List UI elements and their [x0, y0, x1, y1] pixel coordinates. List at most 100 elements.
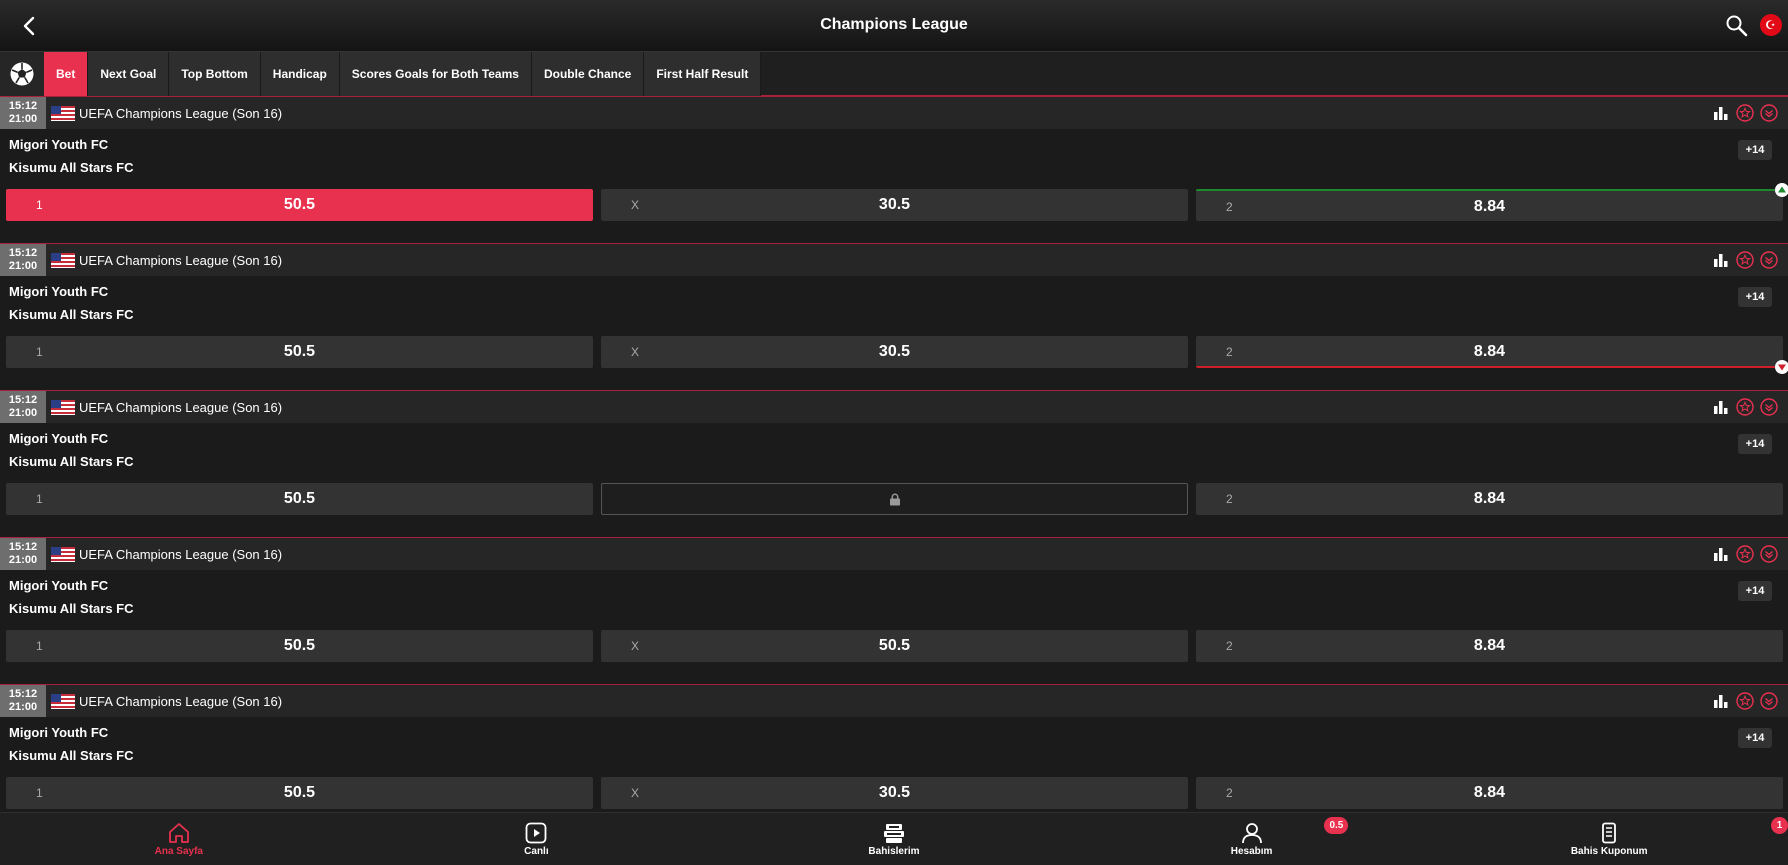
tab-bet[interactable]: Bet [44, 52, 89, 96]
nav-my-bets[interactable]: Bahislerim [715, 813, 1073, 865]
tab-top-bottom[interactable]: Top Bottom [169, 52, 261, 96]
odd-home[interactable]: 1 50.5 [6, 777, 593, 809]
tab-first-half-result[interactable]: First Half Result [644, 52, 762, 96]
favorite-button[interactable] [1736, 398, 1754, 416]
league-name: UEFA Champions League (Son 16) [79, 400, 283, 415]
odd-home[interactable]: 1 50.5 [6, 630, 593, 662]
bottom-nav: Ana Sayfa Canlı Bahislerim Hesabım 0.5 B… [0, 812, 1788, 865]
home-icon [168, 822, 189, 843]
odd-away[interactable]: 2 8.84 [1196, 183, 1788, 221]
more-markets-button[interactable]: +14 [1738, 581, 1772, 601]
event-hour: 21:00 [8, 407, 38, 419]
tab-next-goal[interactable]: Next Goal [88, 52, 170, 96]
country-flag-icon [51, 400, 75, 415]
country-flag-icon [51, 253, 75, 268]
favorite-button[interactable] [1736, 545, 1754, 563]
away-team: Kisumu All Stars FC [9, 454, 134, 469]
search-button[interactable] [1724, 13, 1750, 39]
stats-button[interactable] [1712, 692, 1730, 710]
away-team: Kisumu All Stars FC [9, 748, 134, 763]
home-team: Migori Youth FC [9, 431, 109, 446]
odds-row: 1 50.5 2 8.84 [6, 483, 1783, 515]
league-name: UEFA Champions League (Son 16) [79, 253, 283, 268]
stats-button[interactable] [1712, 251, 1730, 269]
odd-draw[interactable]: X 30.5 [601, 189, 1188, 221]
odd-value: 30.5 [878, 784, 911, 801]
chevron-down-circle-icon [1760, 251, 1778, 269]
odd-away[interactable]: 2 8.84 [1196, 630, 1783, 662]
event-date: 15:12 [8, 247, 38, 259]
league-name: UEFA Champions League (Son 16) [79, 106, 283, 121]
star-icon [1736, 545, 1754, 563]
tab-both-teams-score[interactable]: Scores Goals for Both Teams [339, 52, 532, 96]
event-date: 15:12 [8, 394, 38, 406]
coupon-count-badge: 1 [1770, 817, 1788, 834]
favorite-button[interactable] [1736, 104, 1754, 122]
nav-label: Bahis Kuponum [1570, 845, 1648, 857]
language-flag-button[interactable]: ☪ [1760, 14, 1782, 36]
nav-home[interactable]: Ana Sayfa [0, 813, 358, 865]
stats-button[interactable] [1712, 545, 1730, 563]
odd-draw[interactable]: X 50.5 [601, 630, 1188, 662]
more-markets-button[interactable]: +14 [1738, 434, 1772, 454]
expand-button[interactable] [1760, 692, 1778, 710]
odds-row: 1 50.5 X 30.5 2 8.84 [6, 336, 1788, 374]
odd-draw-locked [601, 483, 1188, 515]
more-markets-button[interactable]: +14 [1738, 140, 1772, 160]
nav-label: Hesabım [1230, 845, 1273, 857]
lock-icon [890, 493, 900, 506]
odd-value: 50.5 [283, 784, 316, 801]
star-icon [1736, 251, 1754, 269]
odd-value: 8.84 [1473, 637, 1506, 654]
event-time: 15:12 21:00 [0, 391, 46, 423]
odds-row: 1 50.5 X 50.5 2 8.84 [6, 630, 1783, 662]
home-team: Migori Youth FC [9, 284, 109, 299]
odd-home[interactable]: 1 50.5 [6, 483, 593, 515]
odd-home[interactable]: 1 50.5 [6, 336, 593, 368]
event-hour: 21:00 [8, 260, 38, 272]
balance-badge: 0.5 [1324, 817, 1349, 834]
event-header: 15:12 21:00 UEFA Champions League (Son 16… [0, 391, 1788, 423]
expand-button[interactable] [1760, 104, 1778, 122]
event-time: 15:12 21:00 [0, 538, 46, 570]
event-header: 15:12 21:00 UEFA Champions League (Son 16… [0, 97, 1788, 129]
odd-away[interactable]: 2 8.84 [1196, 336, 1788, 374]
expand-button[interactable] [1760, 545, 1778, 563]
odd-draw[interactable]: X 30.5 [601, 336, 1188, 368]
event-date: 15:12 [8, 541, 38, 553]
odd-draw[interactable]: X 30.5 [601, 777, 1188, 809]
event-card: 15:12 21:00 UEFA Champions League (Son 16… [0, 390, 1788, 537]
country-flag-icon [51, 106, 75, 121]
more-markets-button[interactable]: +14 [1738, 287, 1772, 307]
event-time: 15:12 21:00 [0, 685, 46, 717]
odd-away[interactable]: 2 8.84 [1196, 777, 1783, 809]
nav-account[interactable]: Hesabım 0.5 [1073, 813, 1431, 865]
odd-value: 8.84 [1473, 490, 1506, 507]
event-card: 15:12 21:00 UEFA Champions League (Son 16… [0, 243, 1788, 390]
odd-away[interactable]: 2 8.84 [1196, 483, 1783, 515]
nav-live[interactable]: Canlı [358, 813, 716, 865]
tab-double-chance[interactable]: Double Chance [531, 52, 645, 96]
favorite-button[interactable] [1736, 251, 1754, 269]
sport-selector[interactable] [0, 52, 44, 96]
stats-button[interactable] [1712, 104, 1730, 122]
odds-row: 1 50.5 X 30.5 2 8.84 [6, 183, 1788, 221]
star-icon [1736, 104, 1754, 122]
app-header: Champions League ☪ [0, 0, 1788, 52]
odds-row: 1 50.5 X 30.5 2 8.84 [6, 777, 1783, 809]
favorite-button[interactable] [1736, 692, 1754, 710]
star-icon [1736, 692, 1754, 710]
expand-button[interactable] [1760, 251, 1778, 269]
nav-coupon[interactable]: Bahis Kuponum 1 [1430, 813, 1788, 865]
away-team: Kisumu All Stars FC [9, 601, 134, 616]
tab-handicap[interactable]: Handicap [260, 52, 340, 96]
chevron-down-circle-icon [1760, 104, 1778, 122]
home-team: Migori Youth FC [9, 725, 109, 740]
event-card: 15:12 21:00 UEFA Champions League (Son 16… [0, 684, 1788, 812]
more-markets-button[interactable]: +14 [1738, 728, 1772, 748]
stats-button[interactable] [1712, 398, 1730, 416]
country-flag-icon [51, 694, 75, 709]
expand-button[interactable] [1760, 398, 1778, 416]
odd-home[interactable]: 1 50.5 [6, 189, 593, 221]
star-icon [1736, 398, 1754, 416]
